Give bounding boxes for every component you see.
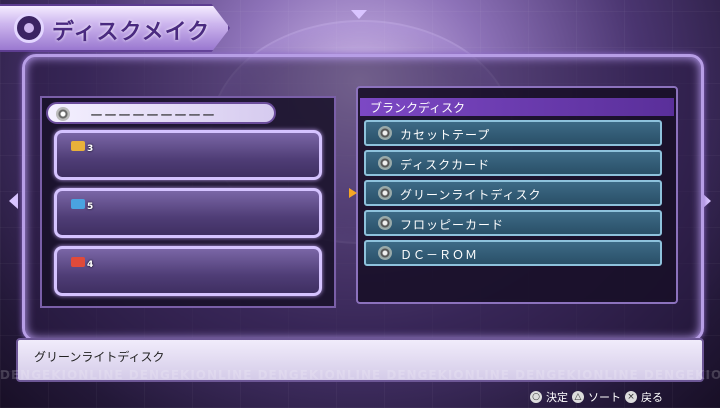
disc-item-label: グリーンライトディスク — [400, 188, 542, 202]
title-tab: ディスクメイク — [0, 4, 230, 52]
disc-item-label: フロッピーカード — [400, 218, 505, 232]
material-header: ーーーーーーーーー — [46, 102, 276, 124]
item-cube-icon — [71, 257, 85, 267]
disc-list-item[interactable]: カセットテープ — [364, 120, 662, 146]
disc-list-item-selected[interactable]: グリーンライトディスク — [364, 180, 662, 206]
disc-icon — [378, 246, 392, 260]
disc-list-header: ブランクディスク — [360, 98, 674, 116]
slot-count: 3 — [87, 144, 94, 154]
disc-icon — [378, 216, 392, 230]
button-guide: ○ 決定 △ ソート × 戻る — [530, 389, 663, 405]
description-text: グリーンライトディスク — [34, 350, 165, 364]
slot-count: 4 — [87, 260, 94, 270]
disc-icon — [56, 107, 70, 121]
material-slot-2[interactable]: 5 — [54, 188, 322, 238]
disc-list-item[interactable]: フロッピーカード — [364, 210, 662, 236]
arrow-up-icon[interactable] — [351, 10, 367, 19]
confirm-label: 決定 — [546, 391, 568, 404]
disc-item-label: ディスクカード — [400, 158, 491, 172]
cross-button-icon: × — [625, 391, 637, 403]
gear-icon — [14, 13, 44, 43]
item-cube-icon — [71, 141, 85, 151]
item-cube-icon — [71, 199, 85, 209]
material-header-text: ーーーーーーーーー — [90, 109, 217, 124]
back-label: 戻る — [641, 391, 663, 404]
watermark: DENGEKIONLINE DENGEKIONLINE DENGEKIONLIN… — [0, 368, 720, 382]
disc-icon — [378, 156, 392, 170]
arrow-left-icon[interactable] — [9, 193, 18, 209]
material-slot-1[interactable]: 3 — [54, 130, 322, 180]
disc-icon — [378, 186, 392, 200]
circle-button-icon: ○ — [530, 391, 542, 403]
page-title: ディスクメイク — [52, 20, 211, 45]
material-slot-3[interactable]: 4 — [54, 246, 322, 296]
disc-item-label: カセットテープ — [400, 128, 491, 142]
selection-cursor-icon — [349, 188, 357, 198]
disc-list-item[interactable]: ＤＣ－ＲＯＭ — [364, 240, 662, 266]
disc-list-item[interactable]: ディスクカード — [364, 150, 662, 176]
triangle-button-icon: △ — [572, 391, 584, 403]
slot-count: 5 — [87, 202, 94, 212]
disc-item-label: ＤＣ－ＲＯＭ — [400, 248, 479, 262]
disc-icon — [378, 126, 392, 140]
sort-label: ソート — [588, 391, 621, 404]
disc-list-title: ブランクディスク — [370, 101, 466, 115]
